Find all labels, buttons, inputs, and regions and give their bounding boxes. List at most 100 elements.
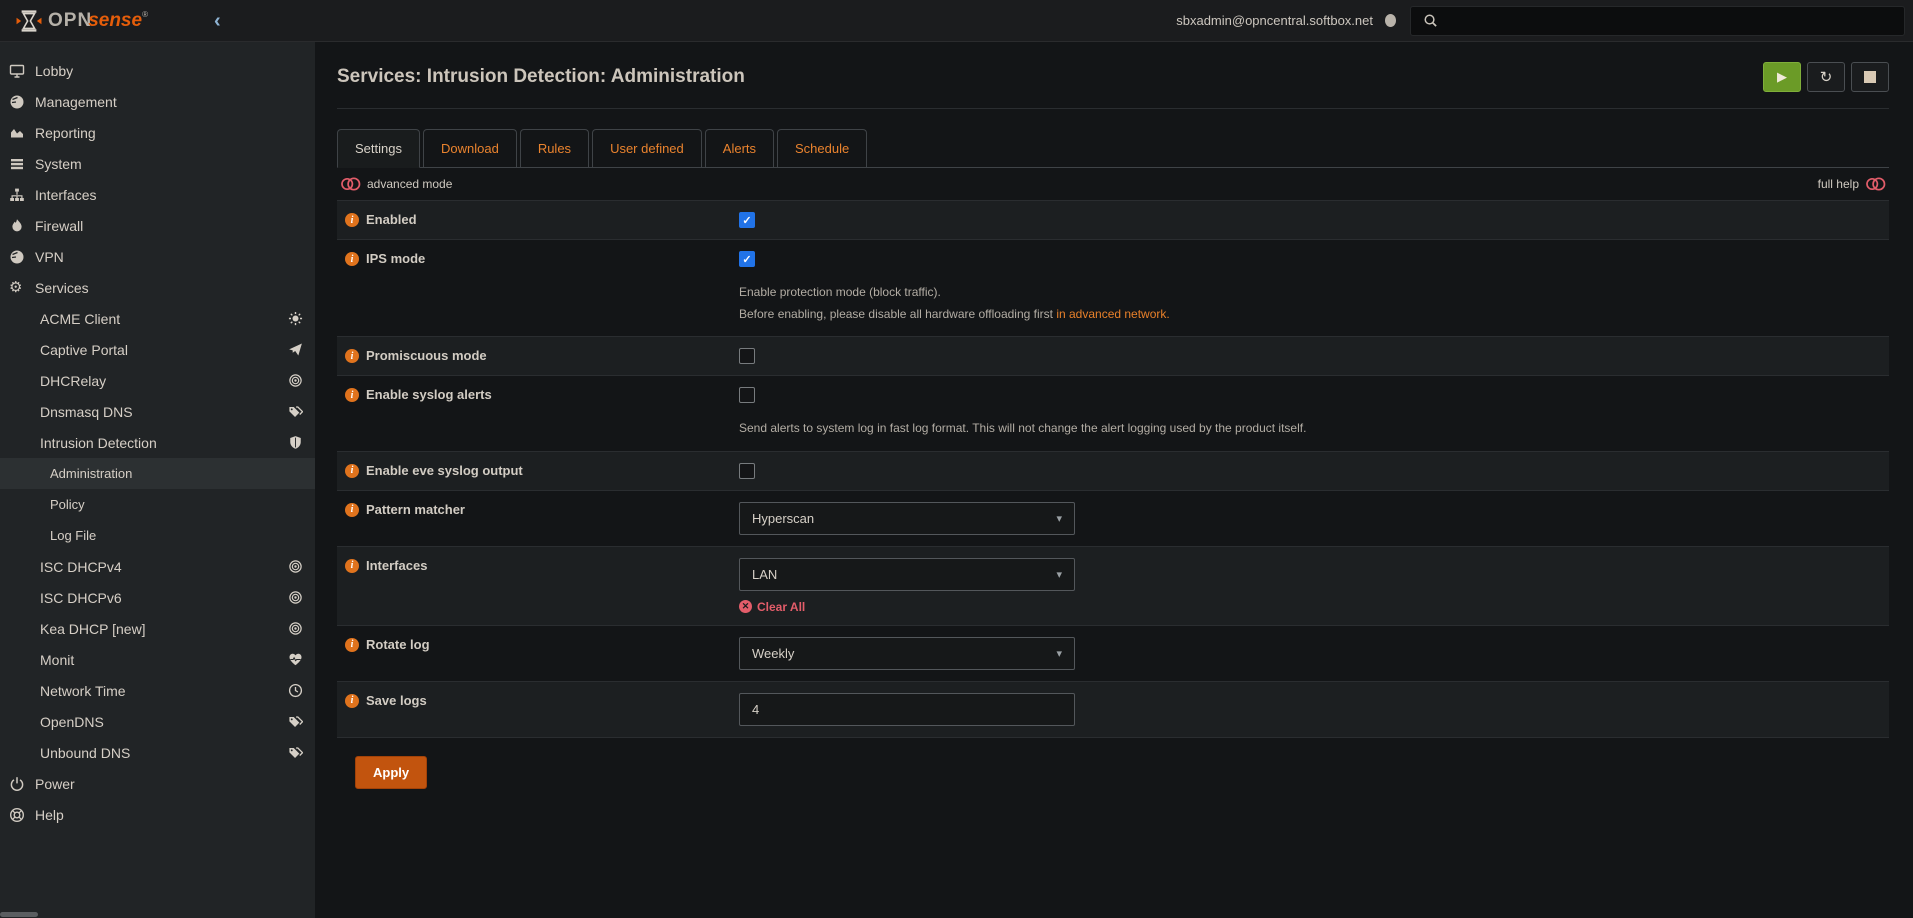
field-label: Pattern matcher (366, 502, 465, 518)
play-icon: ▶ (1777, 69, 1787, 85)
sidebar-item-interfaces[interactable]: Interfaces (0, 179, 315, 210)
tags-icon (288, 404, 303, 419)
interfaces-select[interactable]: LAN▾ (739, 558, 1075, 591)
tab-bar: Settings Download Rules User defined Ale… (337, 129, 1889, 168)
tags-icon (288, 745, 303, 760)
sidebar-item-log-file[interactable]: Log File (0, 520, 315, 551)
tab-download[interactable]: Download (423, 129, 517, 167)
sidebar-item-power[interactable]: Power (0, 768, 315, 799)
info-icon: i (345, 694, 359, 708)
rotate-log-select[interactable]: Weekly▾ (739, 637, 1075, 670)
chevron-down-icon: ▾ (1056, 512, 1062, 525)
tab-alerts[interactable]: Alerts (705, 129, 774, 167)
sidebar-item-label: Captive Portal (40, 342, 128, 358)
sidebar-item-help[interactable]: Help (0, 799, 315, 830)
ips-mode-help: Enable protection mode (block traffic). … (739, 281, 1369, 325)
sidebar-item-kea-dhcp[interactable]: Kea DHCP [new] (0, 613, 315, 644)
sidebar-item-dnsmasq-dns[interactable]: Dnsmasq DNS (0, 396, 315, 427)
tab-schedule[interactable]: Schedule (777, 129, 867, 167)
globe-icon (9, 249, 25, 265)
search-icon (1411, 13, 1449, 28)
full-help-toggle[interactable]: full help (1818, 176, 1886, 192)
sidebar-item-vpn[interactable]: VPN (0, 241, 315, 272)
form-row-save-logs: iSave logs (337, 682, 1889, 738)
form-row-ips-mode: iIPS mode ✓ Enable protection mode (bloc… (337, 240, 1889, 337)
sidebar-item-management[interactable]: Management (0, 86, 315, 117)
refresh-icon: ↻ (1820, 68, 1833, 86)
chevron-down-icon: ▾ (1056, 647, 1062, 660)
sidebar-item-opendns[interactable]: OpenDNS (0, 706, 315, 737)
global-search[interactable] (1410, 6, 1905, 36)
sidebar-item-services[interactable]: ⚙Services (0, 272, 315, 303)
select-value: LAN (752, 567, 777, 582)
topbar: OPNsense® ‹ sbxadmin@opncentral.softbox.… (0, 0, 1913, 42)
enabled-checkbox[interactable]: ✓ (739, 212, 755, 228)
sidebar-item-reporting[interactable]: Reporting (0, 117, 315, 148)
sidebar-item-acme-client[interactable]: ACME Client (0, 303, 315, 334)
sidebar-item-lobby[interactable]: Lobby (0, 55, 315, 86)
advanced-network-link[interactable]: in advanced network (1056, 307, 1166, 321)
field-label: IPS mode (366, 251, 425, 267)
sidebar-item-label: Monit (40, 652, 74, 668)
start-service-button[interactable]: ▶ (1763, 62, 1801, 92)
sidebar: Lobby Management Reporting System Interf… (0, 42, 315, 918)
save-logs-input[interactable] (739, 693, 1075, 726)
list-icon (9, 156, 25, 172)
help-line-suffix: . (1166, 307, 1169, 321)
info-icon: i (345, 464, 359, 478)
form-row-interfaces: iInterfaces LAN▾ ✕Clear All (337, 547, 1889, 626)
power-icon (9, 776, 25, 792)
sidebar-item-firewall[interactable]: Firewall (0, 210, 315, 241)
tab-settings[interactable]: Settings (337, 129, 420, 168)
sidebar-item-isc-dhcpv4[interactable]: ISC DHCPv4 (0, 551, 315, 582)
page-header: Services: Intrusion Detection: Administr… (337, 42, 1889, 109)
sidebar-item-label: Log File (50, 528, 96, 543)
tab-rules[interactable]: Rules (520, 129, 589, 167)
sidebar-item-captive-portal[interactable]: Captive Portal (0, 334, 315, 365)
eve-syslog-checkbox[interactable] (739, 463, 755, 479)
advanced-mode-toggle[interactable]: advanced mode (340, 176, 452, 192)
clear-all-button[interactable]: ✕Clear All (739, 600, 1889, 614)
horizontal-scrollbar[interactable] (0, 912, 38, 917)
pattern-matcher-select[interactable]: Hyperscan ▾ (739, 502, 1075, 535)
toggle-off-icon (1865, 176, 1886, 192)
info-icon: i (345, 213, 359, 227)
sidebar-item-dhcrelay[interactable]: DHCRelay (0, 365, 315, 396)
fire-icon (9, 218, 25, 234)
sidebar-item-label: Help (35, 807, 64, 823)
tab-user-defined[interactable]: User defined (592, 129, 702, 167)
search-input[interactable] (1449, 7, 1904, 35)
sidebar-item-intrusion-detection[interactable]: Intrusion Detection (0, 427, 315, 458)
sidebar-item-label: OpenDNS (40, 714, 104, 730)
sidebar-item-administration[interactable]: Administration (0, 458, 315, 489)
sidebar-item-label: Unbound DNS (40, 745, 130, 761)
sidebar-item-unbound-dns[interactable]: Unbound DNS (0, 737, 315, 768)
field-label: Rotate log (366, 637, 430, 653)
sidebar-item-system[interactable]: System (0, 148, 315, 179)
field-label: Promiscuous mode (366, 348, 487, 364)
sidebar-item-label: Network Time (40, 683, 126, 699)
paper-plane-icon (288, 342, 303, 357)
promiscuous-mode-checkbox[interactable] (739, 348, 755, 364)
form-row-syslog-alerts: iEnable syslog alerts Send alerts to sys… (337, 376, 1889, 451)
stop-service-button[interactable] (1851, 62, 1889, 92)
sidebar-item-monit[interactable]: Monit (0, 644, 315, 675)
restart-service-button[interactable]: ↻ (1807, 62, 1845, 92)
select-value: Hyperscan (752, 511, 814, 526)
sidebar-collapse-button[interactable]: ‹ (214, 11, 221, 31)
sidebar-item-network-time[interactable]: Network Time (0, 675, 315, 706)
sidebar-item-label: VPN (35, 249, 64, 265)
user-status-dot (1385, 14, 1396, 27)
shield-icon (288, 435, 303, 450)
sidebar-item-policy[interactable]: Policy (0, 489, 315, 520)
form-row-enabled: iEnabled ✓ (337, 201, 1889, 240)
bullseye-icon (288, 590, 303, 605)
sidebar-item-isc-dhcpv6[interactable]: ISC DHCPv6 (0, 582, 315, 613)
area-chart-icon (9, 125, 25, 141)
ips-mode-checkbox[interactable]: ✓ (739, 251, 755, 267)
desktop-icon (9, 63, 25, 79)
apply-button[interactable]: Apply (355, 756, 427, 789)
syslog-alerts-checkbox[interactable] (739, 387, 755, 403)
heart-pulse-icon (288, 652, 303, 667)
opnsense-logo[interactable]: OPNsense® (0, 9, 200, 33)
